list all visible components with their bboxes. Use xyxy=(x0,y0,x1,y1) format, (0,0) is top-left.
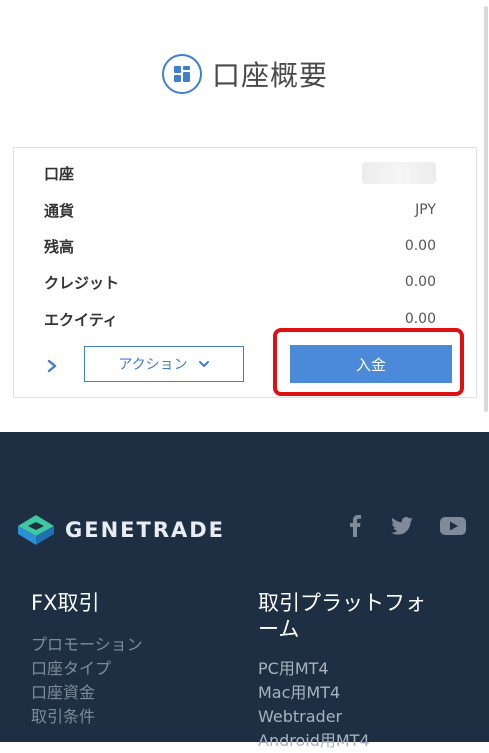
chevron-down-icon xyxy=(198,361,209,367)
footer-link-trading-conditions[interactable]: 取引条件 xyxy=(31,705,143,729)
footer-link-account-types[interactable]: 口座タイプ xyxy=(31,657,143,681)
account-row-credit: クレジット 0.00 xyxy=(44,272,436,292)
row-value: 0.00 xyxy=(404,238,436,254)
logo-mark-icon xyxy=(18,515,54,545)
site-footer: GENETRADE FX取引 プロモーション 口座タイプ 口座資金 取引条件 取… xyxy=(0,432,489,750)
row-label: 通貨 xyxy=(44,201,75,220)
row-value: JPY xyxy=(415,202,436,218)
action-button-label: アクション xyxy=(118,357,188,373)
action-dropdown-button[interactable]: アクション xyxy=(84,346,244,382)
account-number-blurred xyxy=(362,162,436,184)
dashboard-grid-icon xyxy=(162,54,202,94)
footer-link-webtrader[interactable]: Webtrader xyxy=(258,705,426,729)
account-overview-section: 口座概要 口座 通貨 JPY 残高 0.00 クレジット 0.00 エクイティ … xyxy=(0,0,489,432)
chevron-right-icon[interactable] xyxy=(44,358,60,374)
scrollbar[interactable] xyxy=(484,6,488,412)
account-summary-card: 口座 通貨 JPY 残高 0.00 クレジット 0.00 エクイティ 0.00 … xyxy=(13,147,477,398)
footer-heading-continued: ーム xyxy=(258,617,300,641)
facebook-icon[interactable] xyxy=(346,515,364,537)
account-row-equity: エクイティ 0.00 xyxy=(44,309,436,329)
account-row-balance: 残高 0.00 xyxy=(44,236,436,256)
row-label: 残高 xyxy=(44,237,75,256)
footer-heading: 取引プラットフォ xyxy=(258,591,426,615)
genetrade-logo[interactable]: GENETRADE xyxy=(17,514,225,546)
account-row-number: 口座 xyxy=(44,162,436,184)
footer-link-pc-mt4[interactable]: PC用MT4 xyxy=(258,657,426,681)
footer-heading: FX取引 xyxy=(31,591,100,615)
row-label: 口座 xyxy=(44,164,75,183)
footer-column-platforms: 取引プラットフォ ーム PC用MT4 Mac用MT4 Webtrader And… xyxy=(258,590,426,753)
page-header: 口座概要 xyxy=(162,52,328,96)
row-value: 0.00 xyxy=(404,274,436,290)
row-value: 0.00 xyxy=(404,311,436,327)
row-label: エクイティ xyxy=(44,310,118,329)
footer-link-funding[interactable]: 口座資金 xyxy=(31,681,143,705)
brand-name: GENETRADE xyxy=(65,518,226,542)
footer-link-promotion[interactable]: プロモーション xyxy=(31,633,143,657)
twitter-icon[interactable] xyxy=(390,515,414,537)
footer-link-android-mt4[interactable]: Android用MT4 xyxy=(258,729,426,753)
account-row-currency: 通貨 JPY xyxy=(44,200,436,220)
row-label: クレジット xyxy=(44,273,120,292)
footer-column-fx: FX取引 プロモーション 口座タイプ 口座資金 取引条件 xyxy=(31,590,143,729)
page-title: 口座概要 xyxy=(212,59,329,92)
footer-link-mac-mt4[interactable]: Mac用MT4 xyxy=(258,681,426,705)
deposit-button[interactable]: 入金 xyxy=(290,345,452,383)
youtube-icon[interactable] xyxy=(440,515,466,537)
